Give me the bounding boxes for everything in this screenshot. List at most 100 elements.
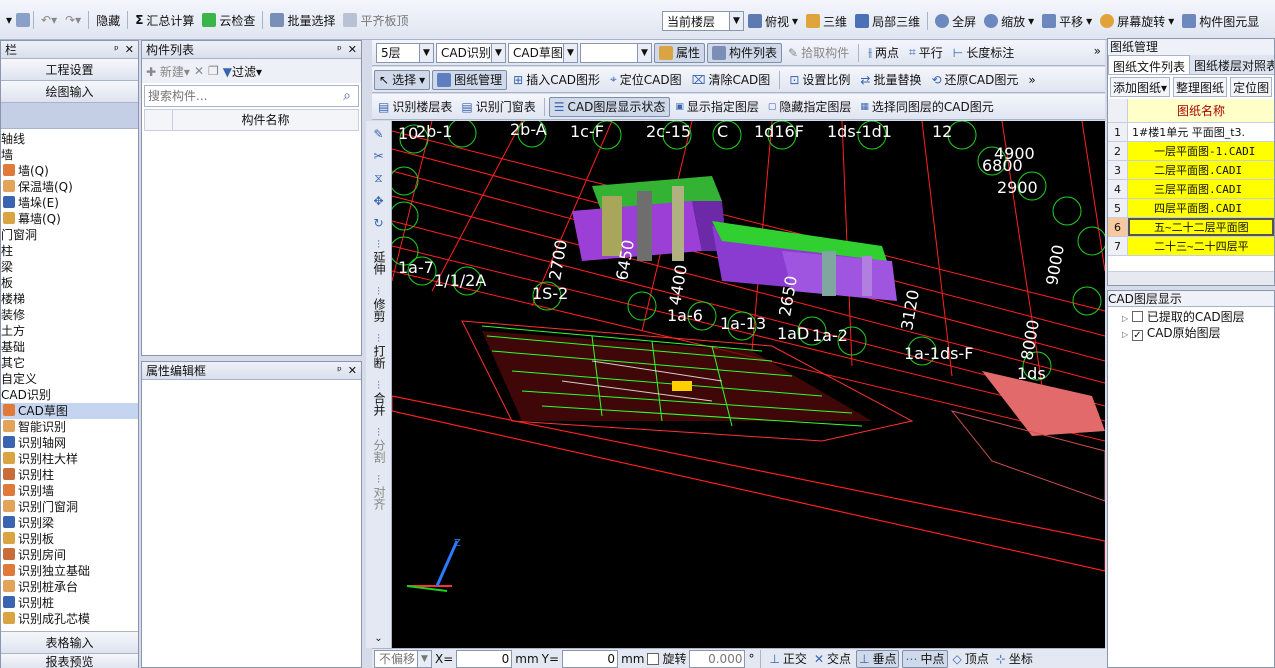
save-icon[interactable]: [16, 13, 31, 27]
nav-item[interactable]: 识别墙: [1, 483, 138, 499]
mirror-icon[interactable]: ⧖: [374, 171, 382, 186]
layer-tree-item-original[interactable]: ▷ ✓ CAD原始图层: [1108, 325, 1274, 341]
delete-icon[interactable]: ✕: [194, 64, 204, 78]
rotate-input[interactable]: 0.000: [689, 649, 746, 668]
nav-item[interactable]: 板: [1, 275, 138, 291]
drawing-row[interactable]: 5 四层平面图.CADI: [1108, 199, 1274, 218]
cad-canvas[interactable]: Z 10 2b-1 2b-A 1c-F 2c-15 C 1d16F 1ds-1d1 12 1S-2…: [392, 121, 1105, 648]
hide-layer-button[interactable]: ▢ 隐藏指定图层: [764, 96, 856, 118]
toolbar-overflow-icon[interactable]: »: [1094, 44, 1101, 58]
properties-button[interactable]: 属性: [654, 42, 706, 63]
nav-item[interactable]: 土方: [1, 323, 138, 339]
batch-replace-button[interactable]: ⇄ 批量替换: [856, 69, 925, 91]
locate-cad-button[interactable]: ⌖ 定位CAD图: [606, 69, 686, 91]
fullscreen-button[interactable]: 全屏: [931, 10, 980, 32]
tab-drawing-floors[interactable]: 图纸楼层对照表: [1190, 55, 1274, 74]
table-input-button[interactable]: 表格输入: [1, 631, 138, 653]
show-layer-button[interactable]: ▣ 显示指定图层: [671, 96, 763, 118]
report-preview-button[interactable]: 报表预览: [1, 653, 138, 668]
project-settings-button[interactable]: 工程设置: [1, 59, 138, 81]
layer-tree-item-extracted[interactable]: ▷ 已提取的CAD图层: [1108, 309, 1274, 325]
nav-item[interactable]: 门窗洞: [1, 227, 138, 243]
dropdown-arrow-icon[interactable]: ▾: [2, 9, 16, 31]
nav-item[interactable]: 识别桩: [1, 595, 138, 611]
parallel-button[interactable]: ⌗ 平行: [905, 42, 947, 64]
expand-icon[interactable]: ▷: [1122, 314, 1128, 323]
nav-item[interactable]: 智能识别: [1, 419, 138, 435]
nav-item[interactable]: 识别轴网: [1, 435, 138, 451]
vertical-tool-button[interactable]: ⫶ 打断: [369, 332, 389, 369]
identify-door-table-button[interactable]: ▤ 识别门窗表: [457, 96, 539, 118]
tab-drawing-files[interactable]: 图纸文件列表: [1108, 55, 1191, 74]
coordinate-toggle[interactable]: ⊹ 坐标: [994, 650, 1035, 668]
two-points-button[interactable]: ⫲ 两点: [864, 42, 903, 64]
vertical-tool-button[interactable]: ⫶ 对齐: [369, 473, 389, 510]
nav-item[interactable]: 识别独立基础: [1, 563, 138, 579]
unchecked-checkbox[interactable]: [1131, 311, 1143, 322]
component-display-button[interactable]: 构件图元显: [1178, 10, 1263, 32]
identify-floor-table-button[interactable]: ▤ 识别楼层表: [374, 96, 456, 118]
set-scale-button[interactable]: ⊡ 设置比例: [785, 69, 854, 91]
cloud-check-button[interactable]: 云检查: [198, 9, 259, 31]
pin-icon[interactable]: ᵖ: [337, 43, 342, 56]
offset-dropdown[interactable]: 不偏移 ▼: [374, 649, 432, 668]
y-input[interactable]: 0: [562, 649, 619, 668]
component-search-input[interactable]: [145, 86, 336, 106]
nav-item[interactable]: 墙垛(E): [1, 195, 138, 211]
nav-item[interactable]: 识别房间: [1, 547, 138, 563]
drawing-row[interactable]: 2 一层平面图-1.CADI: [1108, 142, 1274, 161]
nav-item[interactable]: 识别柱大样: [1, 451, 138, 467]
drawing-manage-button[interactable]: 图纸管理: [432, 69, 508, 90]
select-button[interactable]: ↖ 选择 ▾: [374, 69, 431, 90]
organize-drawing-button[interactable]: 整理图纸: [1173, 77, 1228, 97]
filter-button[interactable]: ▼过滤▾: [223, 63, 262, 80]
nav-item[interactable]: 轴线: [1, 131, 138, 147]
rotate-icon[interactable]: ↻: [373, 216, 383, 230]
cad-layer-status-button[interactable]: ☰ CAD图层显示状态: [548, 96, 671, 117]
nav-item[interactable]: 自定义: [1, 371, 138, 387]
zoom-button[interactable]: 缩放 ▾: [980, 10, 1038, 32]
draw-input-button[interactable]: 绘图输入: [1, 81, 138, 103]
vertical-tool-button[interactable]: ⫶ 延伸: [369, 238, 389, 275]
redo-button[interactable]: ↷▾: [61, 9, 85, 31]
close-icon[interactable]: ✕: [348, 364, 357, 377]
pan-button[interactable]: 平移 ▾: [1038, 10, 1096, 32]
vertical-tool-button[interactable]: ⫶ 合并: [369, 379, 389, 416]
floor-dropdown[interactable]: 5层 ▼: [376, 42, 434, 63]
flush-slab-button[interactable]: 平齐板顶: [339, 9, 412, 31]
move-icon[interactable]: ✥: [373, 194, 383, 208]
nav-item[interactable]: 识别板: [1, 531, 138, 547]
top-view-button[interactable]: 俯视 ▾: [744, 10, 802, 32]
close-icon[interactable]: ✕: [348, 43, 357, 56]
drawing-hscrollbar[interactable]: [1108, 271, 1274, 285]
component-list-button[interactable]: 构件列表: [707, 42, 783, 63]
ortho-toggle[interactable]: ⊥ 正交: [767, 650, 808, 668]
nav-item[interactable]: 墙(Q): [1, 163, 138, 179]
scissors-icon[interactable]: ✂: [373, 149, 383, 163]
three-d-button[interactable]: 三维: [802, 10, 851, 32]
new-component-button[interactable]: ✚ 新建▾: [146, 63, 190, 80]
rotate-checkbox[interactable]: [647, 652, 660, 665]
vertical-tool-button[interactable]: ⫶ 修剪: [369, 285, 389, 322]
perpendicular-toggle[interactable]: ⊥ 垂点: [856, 649, 900, 668]
add-drawing-button[interactable]: 添加图纸▾: [1110, 77, 1171, 97]
copy-icon[interactable]: ❐: [208, 64, 219, 78]
close-icon[interactable]: ✕: [125, 43, 134, 56]
search-icon[interactable]: ⌕: [336, 88, 358, 104]
locate-drawing-button[interactable]: 定位图: [1230, 77, 1273, 97]
nav-item[interactable]: 柱: [1, 243, 138, 259]
drawing-row[interactable]: 1 1#楼1单元 平面图_t3.: [1108, 123, 1274, 142]
cad-identify-dropdown[interactable]: CAD识别 ▼: [436, 42, 506, 63]
vertical-tool-button[interactable]: ⫶ 分割: [369, 426, 389, 463]
undo-button[interactable]: ↶▾: [37, 9, 61, 31]
scroll-down-icon[interactable]: ⌄: [374, 633, 382, 644]
local-3d-button[interactable]: 局部三维: [851, 10, 924, 32]
nav-item[interactable]: 识别桩承台: [1, 579, 138, 595]
drawing-row[interactable]: 4 三层平面图.CADI: [1108, 180, 1274, 199]
checked-checkbox[interactable]: ✓: [1131, 330, 1143, 341]
cad-sketch-dropdown[interactable]: CAD草图 ▼: [508, 42, 578, 63]
restore-cad-button[interactable]: ⟲ 还原CAD图元: [927, 69, 1022, 91]
nav-item[interactable]: 墙: [1, 147, 138, 163]
floor-select-dropdown[interactable]: 当前楼层 ▼: [662, 11, 744, 31]
drawing-row[interactable]: 6 五~二十二层平面图: [1108, 218, 1274, 237]
